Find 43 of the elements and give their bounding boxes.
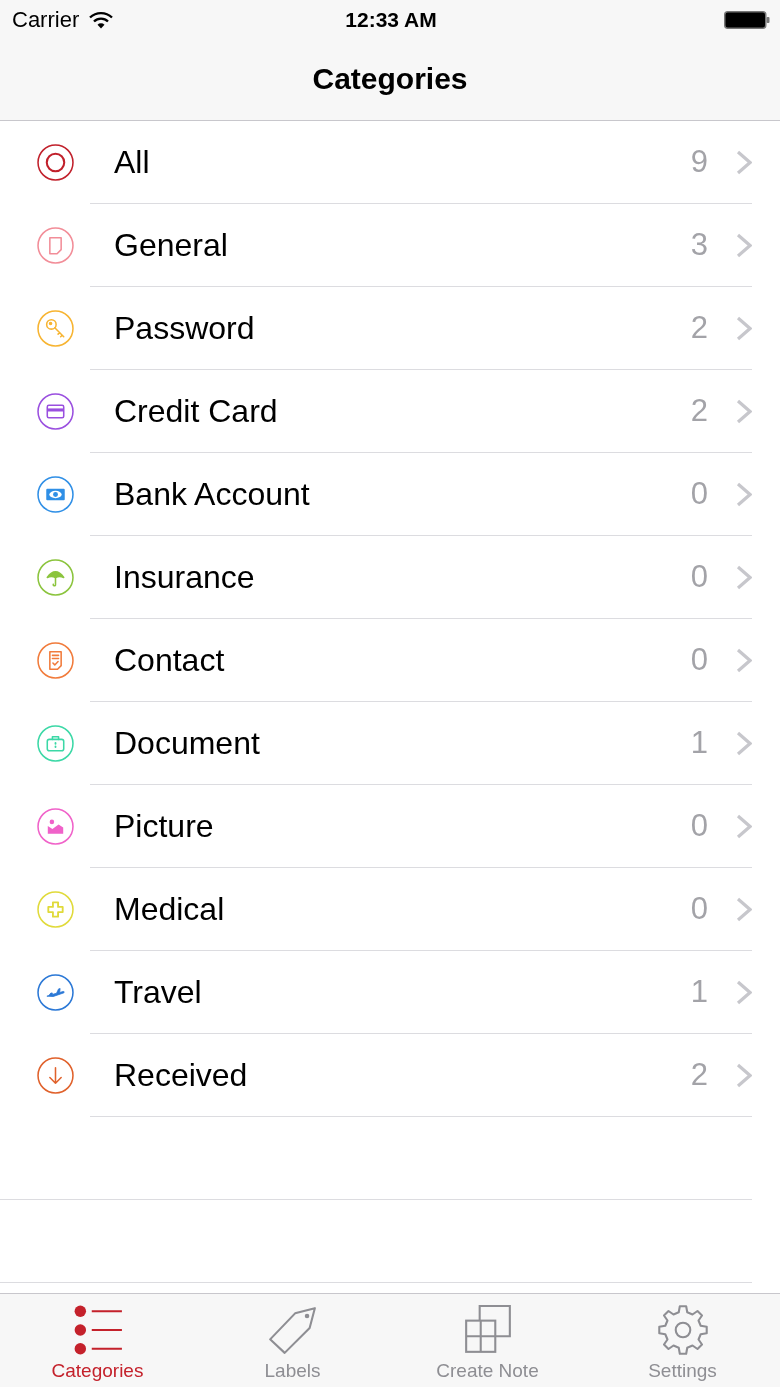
chevron-icon [736, 149, 752, 175]
item-count: 3 [690, 227, 708, 263]
item-count: 0 [690, 808, 708, 844]
category-name[interactable]: All [114, 143, 691, 181]
chevron-icon [736, 896, 752, 922]
category-name[interactable]: Travel [114, 973, 691, 1011]
item-count: 0 [690, 891, 708, 927]
chevron-icon [736, 730, 752, 756]
item-count: 0 [690, 642, 708, 678]
item-count: 9 [690, 144, 708, 180]
chevron-icon [736, 1062, 752, 1088]
item-count: 1 [690, 725, 708, 761]
category-name[interactable]: Insurance [114, 558, 691, 596]
category-name[interactable]: Medical [114, 890, 691, 928]
wifi-icon [89, 11, 114, 29]
chevron-icon [736, 481, 752, 507]
carrier-name: Carrier [12, 7, 80, 33]
category-name[interactable]: Contact [114, 641, 691, 679]
chevron-icon [736, 564, 752, 590]
item-count: 1 [690, 974, 708, 1010]
screen-title: Categories [312, 62, 468, 96]
battery-icon [724, 11, 770, 29]
category-name[interactable]: General [114, 226, 691, 264]
tag-icon [266, 1304, 319, 1356]
settings-icon [656, 1304, 709, 1356]
chevron-icon [736, 398, 752, 424]
category-name[interactable]: Document [114, 724, 691, 762]
clock-time: 12:33 AM [345, 8, 437, 32]
category-name[interactable]: Password [114, 309, 691, 347]
category-name[interactable]: Received [114, 1056, 691, 1094]
chevron-icon [736, 315, 752, 341]
item-count: 2 [690, 393, 708, 429]
chevron-icon [736, 232, 752, 258]
item-count: 2 [690, 1057, 708, 1093]
chevron-icon [736, 813, 752, 839]
category-name[interactable]: Bank Account [114, 475, 691, 513]
chevron-icon [736, 979, 752, 1005]
chevron-icon [736, 647, 752, 673]
category-name[interactable]: Picture [114, 807, 691, 845]
category-name[interactable]: Credit Card [114, 392, 691, 430]
item-count: 0 [690, 559, 708, 595]
item-count: 2 [690, 310, 708, 346]
item-count: 0 [690, 476, 708, 512]
